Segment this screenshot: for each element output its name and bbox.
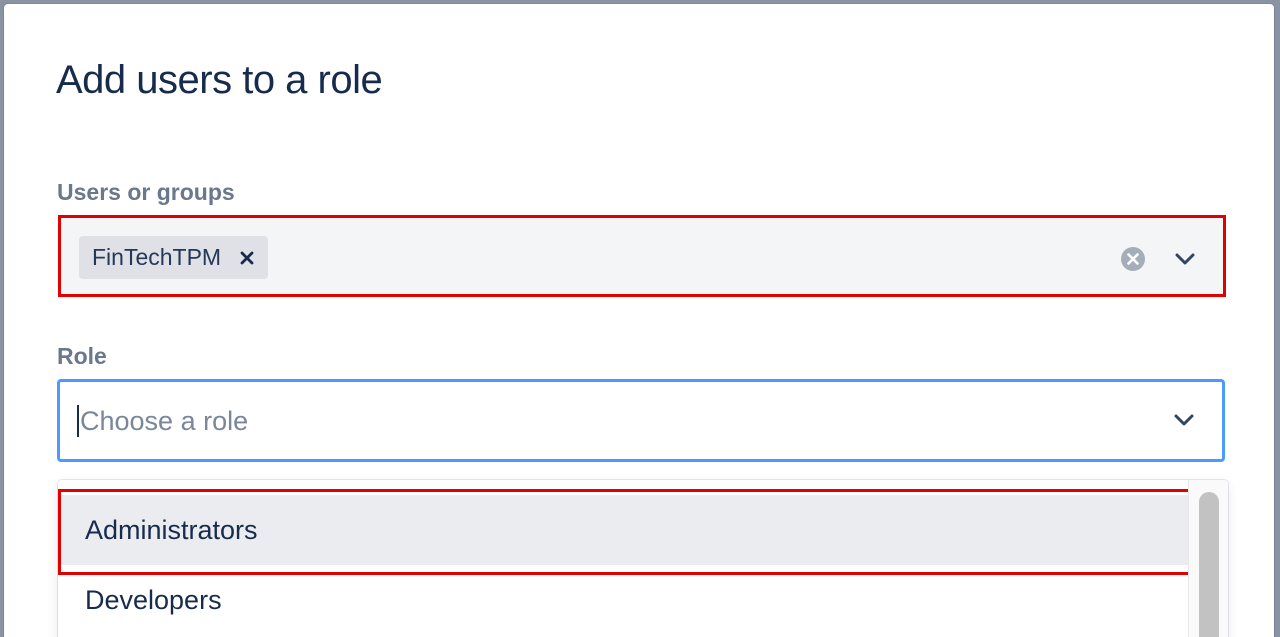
role-field-label: Role (57, 343, 107, 369)
role-input[interactable] (77, 400, 1130, 442)
role-option-administrators[interactable]: Administrators (58, 495, 1188, 565)
text-cursor (77, 405, 79, 437)
role-select[interactable] (57, 379, 1225, 462)
users-or-groups-select[interactable]: FinTechTPM (58, 215, 1226, 297)
users-field-label: Users or groups (57, 179, 235, 205)
chip-label: FinTechTPM (92, 244, 222, 270)
add-users-dialog: Add users to a role Users or groups FinT… (4, 4, 1274, 637)
chevron-down-icon[interactable] (1171, 245, 1199, 273)
dialog-title: Add users to a role (56, 58, 383, 102)
close-icon[interactable] (238, 249, 256, 267)
scrollbar-thumb[interactable] (1199, 492, 1219, 637)
role-option-developers[interactable]: Developers (58, 565, 1188, 635)
chevron-down-icon[interactable] (1170, 406, 1198, 434)
clear-circle-icon[interactable] (1119, 245, 1147, 273)
selected-user-chip: FinTechTPM (79, 236, 269, 279)
role-options-menu: Administrators Developers (58, 480, 1228, 637)
